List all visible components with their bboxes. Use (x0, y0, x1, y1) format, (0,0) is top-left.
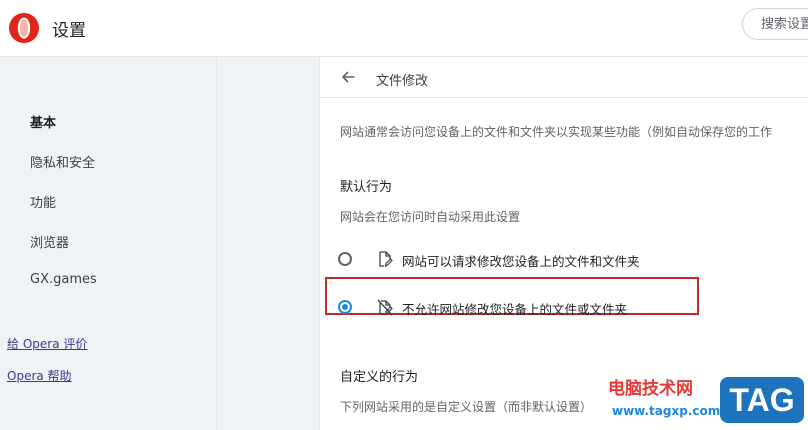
header: 设置 搜索设置 (0, 0, 808, 57)
option-allow-file-edit[interactable]: 网站可以请求修改您设备上的文件和文件夹 (338, 245, 678, 275)
watermark-tag-logo: TAG (720, 377, 804, 423)
main-content: 文件修改 网站通常会访问您设备上的文件和文件夹以实现某些功能（例如自动保存您的工… (320, 57, 808, 430)
divider (320, 97, 808, 98)
opera-logo-icon (9, 13, 39, 43)
custom-behavior-title: 自定义的行为 (340, 370, 419, 385)
radio-block-file-edit[interactable] (338, 300, 352, 314)
watermark-url: www.tagxp.com (612, 404, 721, 418)
sidebar-item-browser[interactable]: 浏览器 (30, 232, 69, 251)
sidebar-item-gx-games[interactable]: GX.games (30, 272, 97, 287)
sidebar-item-features[interactable]: 功能 (30, 192, 56, 211)
search-input[interactable]: 搜索设置 (742, 8, 808, 40)
option-block-file-edit[interactable]: 不允许网站修改您设备上的文件或文件夹 (325, 277, 699, 323)
file-edit-icon (379, 251, 393, 268)
sidebar-item-basic[interactable]: 基本 (30, 112, 56, 131)
file-edit-off-icon (377, 299, 393, 316)
sidebar: 基本 隐私和安全 功能 浏览器 GX.games 给 Opera 评价 Oper… (0, 57, 217, 430)
page-description: 网站通常会访问您设备上的文件和文件夹以实现某些功能（例如自动保存您的工作 (340, 125, 773, 139)
radio-allow-file-edit[interactable] (338, 252, 352, 266)
default-behavior-subtitle: 网站会在您访问时自动采用此设置 (340, 210, 521, 224)
sidebar-item-privacy-security[interactable]: 隐私和安全 (30, 152, 95, 171)
section-header-title: 文件修改 (376, 74, 429, 89)
watermark-text: 电脑技术网 (608, 379, 693, 399)
option-allow-file-edit-label: 网站可以请求修改您设备上的文件和文件夹 (402, 254, 640, 269)
page-title: 设置 (52, 21, 86, 41)
opera-help-link[interactable]: Opera 帮助 (7, 367, 72, 384)
rate-opera-link[interactable]: 给 Opera 评价 (7, 335, 87, 352)
custom-behavior-subtitle: 下列网站采用的是自定义设置（而非默认设置） (340, 400, 593, 414)
content-gutter (217, 57, 320, 430)
option-block-file-edit-label: 不允许网站修改您设备上的文件或文件夹 (402, 302, 628, 317)
default-behavior-title: 默认行为 (340, 180, 393, 195)
back-arrow-icon[interactable] (340, 69, 356, 85)
